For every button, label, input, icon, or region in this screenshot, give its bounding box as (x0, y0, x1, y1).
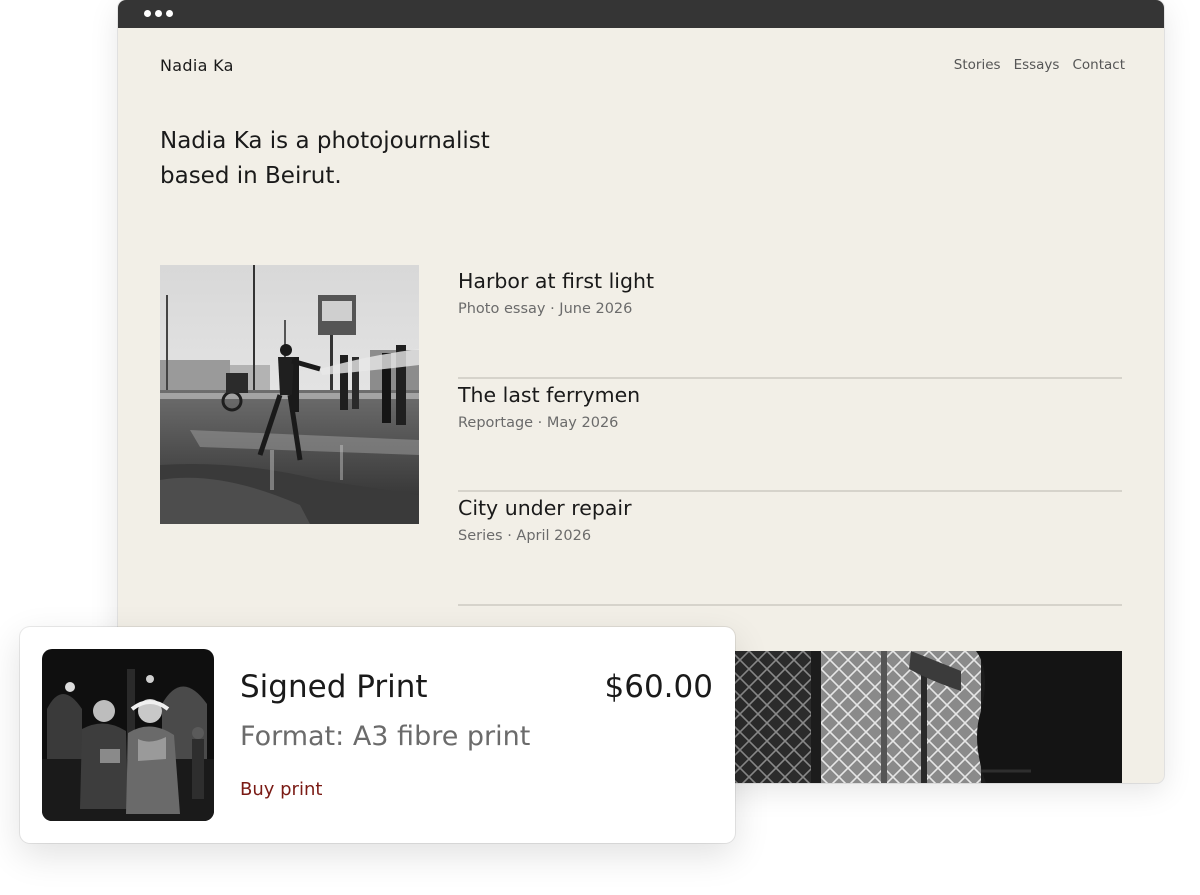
story-item[interactable]: Harbor at first light Photo essay · June… (458, 265, 1122, 379)
intro-heading: Nadia Ka is a photojournalist based in B… (160, 128, 490, 189)
site-brand[interactable]: Nadia Ka (160, 56, 234, 75)
nav-link-essays[interactable]: Essays (1014, 57, 1060, 73)
buy-print-link[interactable]: Buy print (240, 779, 322, 800)
product-price: $60.00 (604, 669, 713, 705)
print-photo-image (42, 649, 214, 821)
window-dot-icon (166, 10, 173, 17)
story-meta: Series · April 2026 (458, 528, 592, 544)
story-item[interactable]: City under repair Series · April 2026 (458, 492, 1122, 606)
product-format: Format: A3 fibre print (240, 721, 531, 752)
product-title: Signed Print (240, 669, 428, 705)
window-dot-icon (155, 10, 162, 17)
story-item[interactable]: The last ferrymen Reportage · May 2026 (458, 379, 1122, 492)
story-meta: Reportage · May 2026 (458, 414, 619, 431)
nav-link-stories[interactable]: Stories (954, 57, 1001, 73)
story-title[interactable]: Harbor at first light (458, 269, 654, 293)
gallery-photo[interactable] (731, 651, 1122, 783)
featured-story-photo[interactable] (160, 265, 419, 524)
print-thumbnail[interactable] (42, 649, 214, 821)
site-nav: Stories Essays Contact (954, 57, 1125, 73)
story-title[interactable]: The last ferrymen (458, 383, 640, 407)
story-meta: Photo essay · June 2026 (458, 301, 633, 317)
fence-photo-image (731, 651, 1122, 783)
window-titlebar (118, 0, 1164, 28)
print-product-card: Signed Print $60.00 Format: A3 fibre pri… (20, 627, 735, 843)
street-photo-image (160, 265, 419, 524)
story-title[interactable]: City under repair (458, 496, 632, 520)
story-list: Harbor at first light Photo essay · June… (458, 265, 1122, 606)
nav-link-contact[interactable]: Contact (1072, 57, 1125, 73)
window-dot-icon (144, 10, 151, 17)
